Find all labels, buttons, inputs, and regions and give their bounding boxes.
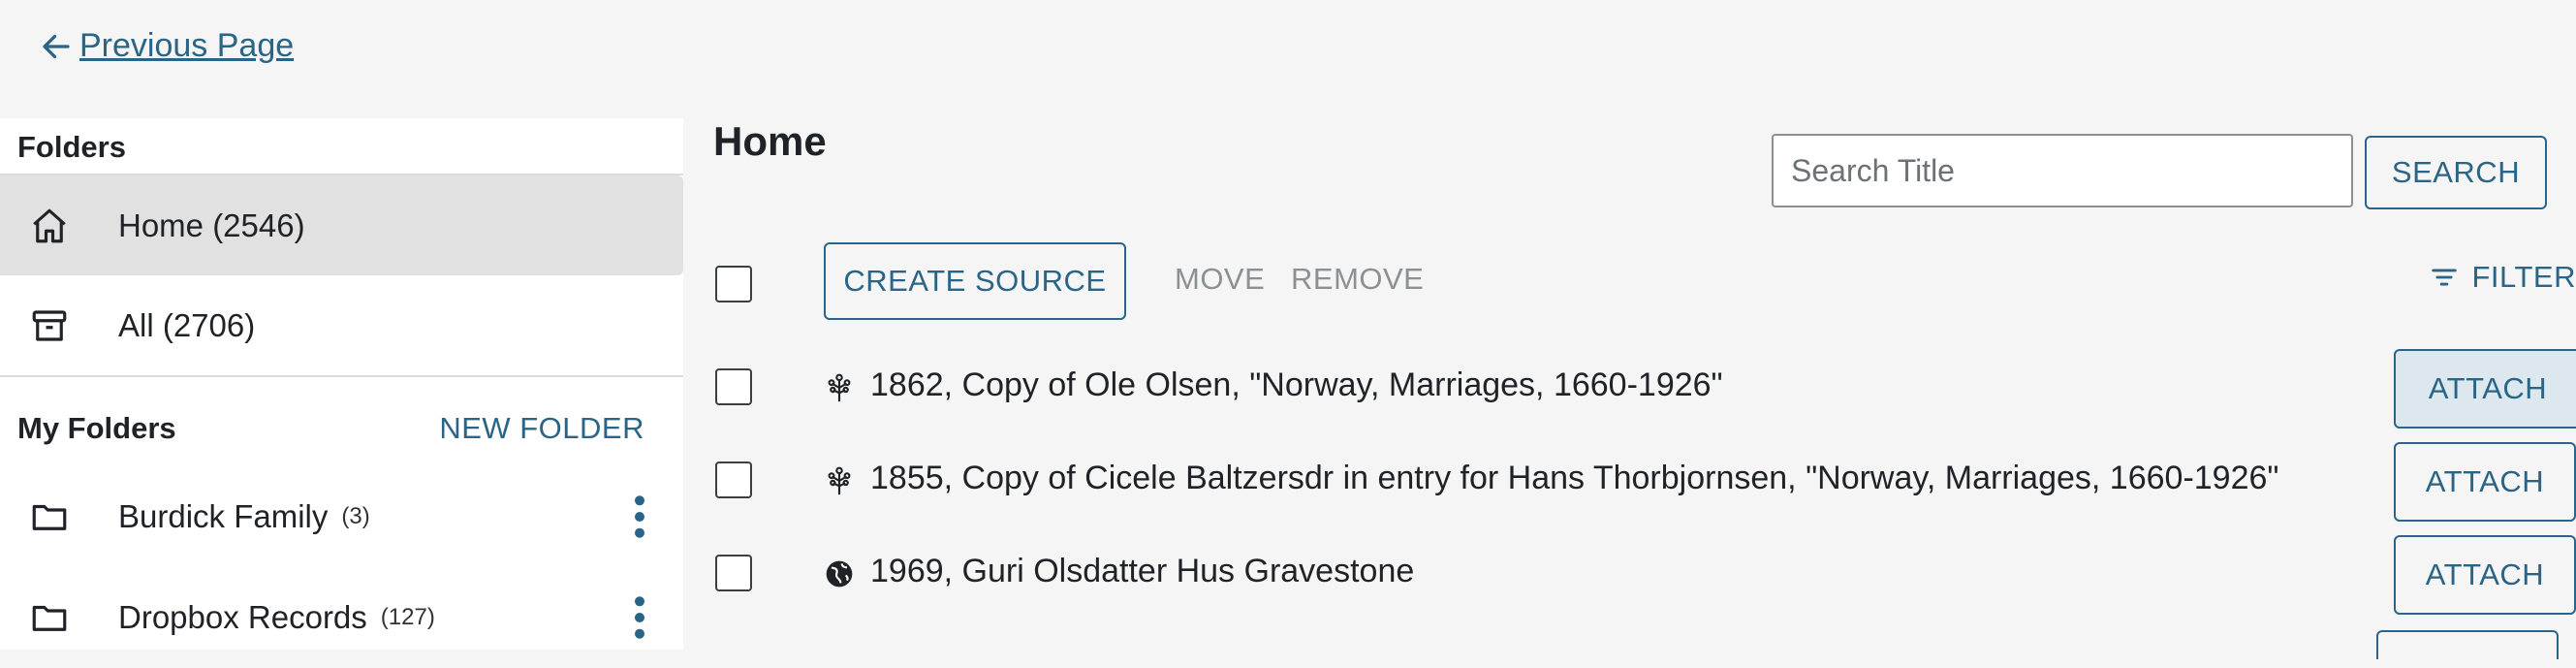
source-row[interactable]: 1862, Copy of Ole Olsen, "Norway, Marria…	[713, 341, 2576, 434]
my-folders-heading: My Folders	[17, 411, 176, 446]
sidebar-divider	[0, 375, 683, 377]
row-checkbox[interactable]	[715, 368, 752, 405]
archive-icon	[25, 305, 74, 346]
previous-page-link[interactable]: Previous Page	[39, 27, 294, 65]
attach-button-partial[interactable]	[2376, 630, 2559, 659]
folder-item-burdick-family[interactable]: Burdick Family (3)	[0, 466, 683, 567]
source-title[interactable]: 1862, Copy of Ole Olsen, "Norway, Marria…	[870, 366, 1723, 404]
filter-label: FILTER	[2472, 260, 2576, 295]
main-content: Home SEARCH CREATE SOURCE MOVE REMOVE FI…	[713, 118, 2576, 650]
folder-icon	[25, 597, 74, 638]
actions-toolbar: CREATE SOURCE MOVE REMOVE FILTER	[713, 242, 2576, 320]
source-row[interactable]: 1969, Guri Olsdatter Hus Gravestone ATTA…	[713, 527, 2576, 620]
source-title[interactable]: 1969, Guri Olsdatter Hus Gravestone	[870, 553, 1414, 590]
folders-sidebar: Folders Home (2546) All (2706) My Folder…	[0, 118, 683, 650]
page-title: Home	[713, 118, 827, 165]
search-button[interactable]: SEARCH	[2365, 136, 2547, 209]
source-title[interactable]: 1855, Copy of Cicele Baltzersdr in entry…	[870, 460, 2278, 497]
folder-icon	[25, 496, 74, 537]
more-options-icon[interactable]	[633, 494, 646, 539]
attach-button[interactable]: ATTACH	[2394, 442, 2576, 522]
home-icon	[25, 206, 74, 246]
attach-button[interactable]: ATTACH	[2394, 535, 2576, 615]
row-checkbox[interactable]	[715, 555, 752, 591]
sidebar-item-label: Home (2546)	[118, 207, 305, 244]
sidebar-item-all[interactable]: All (2706)	[0, 275, 683, 375]
globe-icon	[824, 558, 855, 589]
folders-heading: Folders	[0, 118, 683, 175]
tree-icon	[824, 372, 855, 403]
filter-icon	[2428, 261, 2461, 294]
previous-page-label[interactable]: Previous Page	[79, 27, 294, 65]
row-checkbox[interactable]	[715, 461, 752, 498]
new-folder-button[interactable]: NEW FOLDER	[439, 411, 644, 446]
my-folders-header: My Folders NEW FOLDER	[0, 391, 683, 466]
sidebar-item-home[interactable]: Home (2546)	[0, 175, 683, 275]
create-source-button[interactable]: CREATE SOURCE	[824, 242, 1126, 320]
arrow-left-icon	[39, 29, 74, 64]
tree-icon	[824, 465, 855, 496]
search-title-input[interactable]	[1772, 134, 2353, 207]
folder-name: Dropbox Records	[118, 599, 367, 636]
more-options-icon[interactable]	[633, 595, 646, 640]
attach-button[interactable]: ATTACH	[2394, 349, 2576, 429]
remove-button[interactable]: REMOVE	[1291, 262, 1424, 297]
sidebar-item-label: All (2706)	[118, 307, 255, 344]
source-row[interactable]: 1855, Copy of Cicele Baltzersdr in entry…	[713, 434, 2576, 527]
move-button[interactable]: MOVE	[1175, 262, 1265, 297]
folder-count: (3)	[341, 503, 369, 530]
folder-item-dropbox-records[interactable]: Dropbox Records (127)	[0, 567, 683, 668]
filter-button[interactable]: FILTER	[2428, 260, 2576, 295]
select-all-checkbox[interactable]	[715, 266, 752, 302]
folder-count: (127)	[381, 604, 435, 631]
folder-name: Burdick Family	[118, 498, 328, 535]
